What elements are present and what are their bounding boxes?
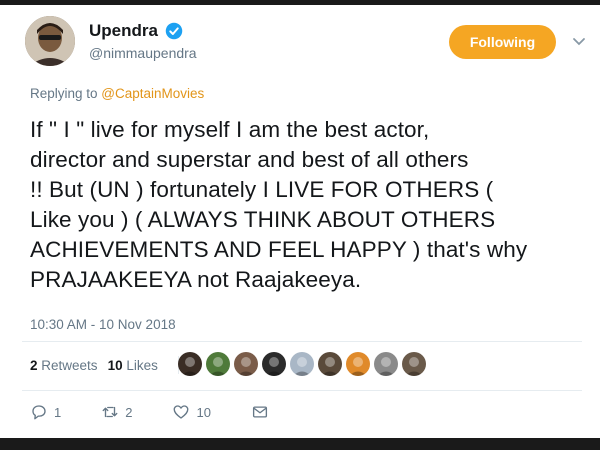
verified-badge-icon xyxy=(165,22,183,40)
chevron-down-icon[interactable] xyxy=(572,34,586,48)
retweets-count: 2 xyxy=(30,357,38,373)
author-handle[interactable]: @nimmaupendra xyxy=(89,45,197,61)
top-frame-bar xyxy=(0,0,600,5)
replying-to-label: Replying to xyxy=(30,86,102,101)
author-name[interactable]: Upendra xyxy=(89,21,158,41)
tweet-text: If " I " live for myself I am the best a… xyxy=(30,117,528,292)
liker-avatars xyxy=(178,352,426,376)
likes-stat[interactable]: 10 Likes xyxy=(108,358,158,373)
divider xyxy=(22,390,582,391)
likes-label: Likes xyxy=(126,357,158,373)
retweet-button[interactable]: 2 xyxy=(101,403,132,421)
divider xyxy=(22,341,582,342)
bottom-frame-bar xyxy=(0,438,600,450)
likes-count: 10 xyxy=(107,357,123,373)
engagement-stats: 2 Retweets 10 Likes xyxy=(30,356,179,374)
liker-avatar[interactable] xyxy=(346,352,370,376)
following-button[interactable]: Following xyxy=(449,25,556,59)
tweet-timestamp[interactable]: 10:30 AM - 10 Nov 2018 xyxy=(30,317,176,332)
reply-count: 1 xyxy=(54,404,62,420)
liker-avatar[interactable] xyxy=(178,352,202,376)
reply-button[interactable]: 1 xyxy=(30,403,61,421)
liker-avatar[interactable] xyxy=(318,352,342,376)
replying-to-line: Replying to @CaptainMovies xyxy=(30,86,204,101)
liker-avatar[interactable] xyxy=(234,352,258,376)
heart-icon xyxy=(174,405,189,419)
retweet-count: 2 xyxy=(125,404,133,420)
author-avatar[interactable] xyxy=(25,16,75,66)
retweets-stat[interactable]: 2 Retweets xyxy=(30,358,98,373)
liker-avatar[interactable] xyxy=(262,352,286,376)
liker-avatar[interactable] xyxy=(402,352,426,376)
reply-icon xyxy=(32,405,46,420)
liker-avatar[interactable] xyxy=(290,352,314,376)
mention-link[interactable]: @CaptainMovies xyxy=(101,86,204,101)
liker-avatar[interactable] xyxy=(206,352,230,376)
like-button[interactable]: 10 xyxy=(172,403,211,421)
envelope-icon xyxy=(252,406,267,418)
retweets-label: Retweets xyxy=(41,357,98,373)
direct-message-button[interactable] xyxy=(251,403,269,421)
tweet-actions: 1 2 10 xyxy=(30,403,309,421)
liker-avatar[interactable] xyxy=(374,352,398,376)
like-count: 10 xyxy=(196,404,211,420)
profile-photo-icon xyxy=(25,16,75,66)
retweet-icon xyxy=(102,406,118,418)
